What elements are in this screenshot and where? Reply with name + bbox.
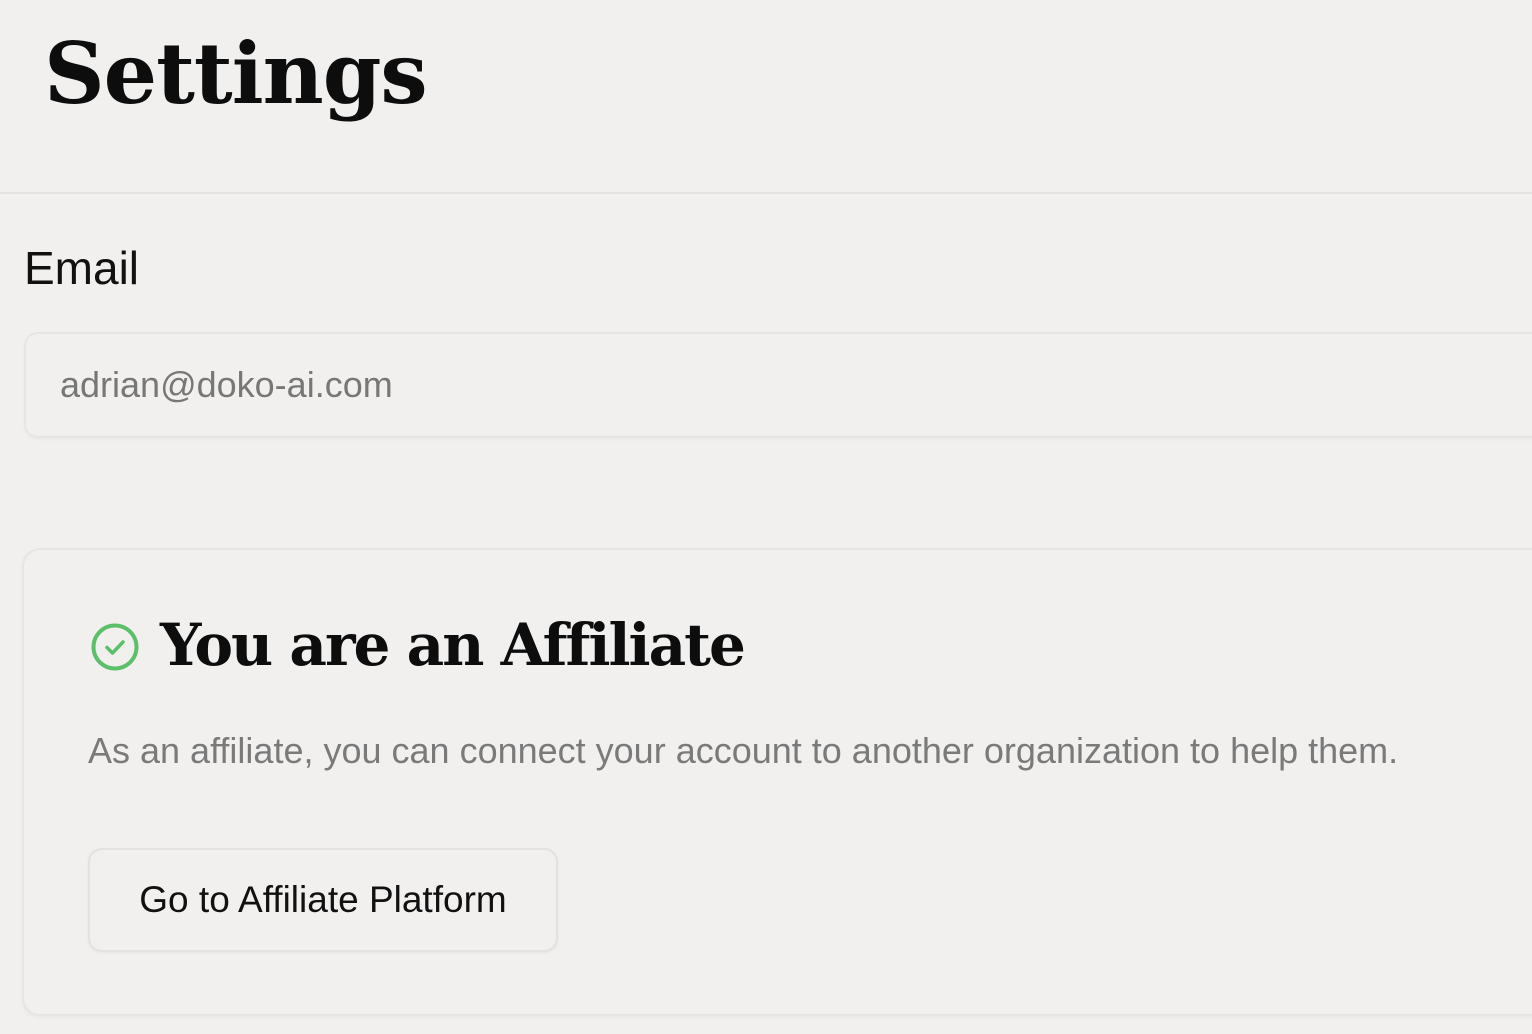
- page-title: Settings: [44, 24, 428, 123]
- email-field[interactable]: adrian@doko-ai.com: [24, 332, 1532, 438]
- email-label: Email: [24, 242, 140, 294]
- go-to-affiliate-platform-button[interactable]: Go to Affiliate Platform: [88, 848, 558, 952]
- check-circle-icon: [91, 623, 139, 671]
- email-value: adrian@doko-ai.com: [60, 364, 393, 405]
- affiliate-title: You are an Affiliate: [160, 611, 746, 679]
- affiliate-button-label: Go to Affiliate Platform: [139, 879, 507, 920]
- affiliate-description: As an affiliate, you can connect your ac…: [88, 730, 1399, 771]
- affiliate-card: You are an Affiliate As an affiliate, yo…: [22, 548, 1532, 1016]
- header-divider: [0, 192, 1532, 194]
